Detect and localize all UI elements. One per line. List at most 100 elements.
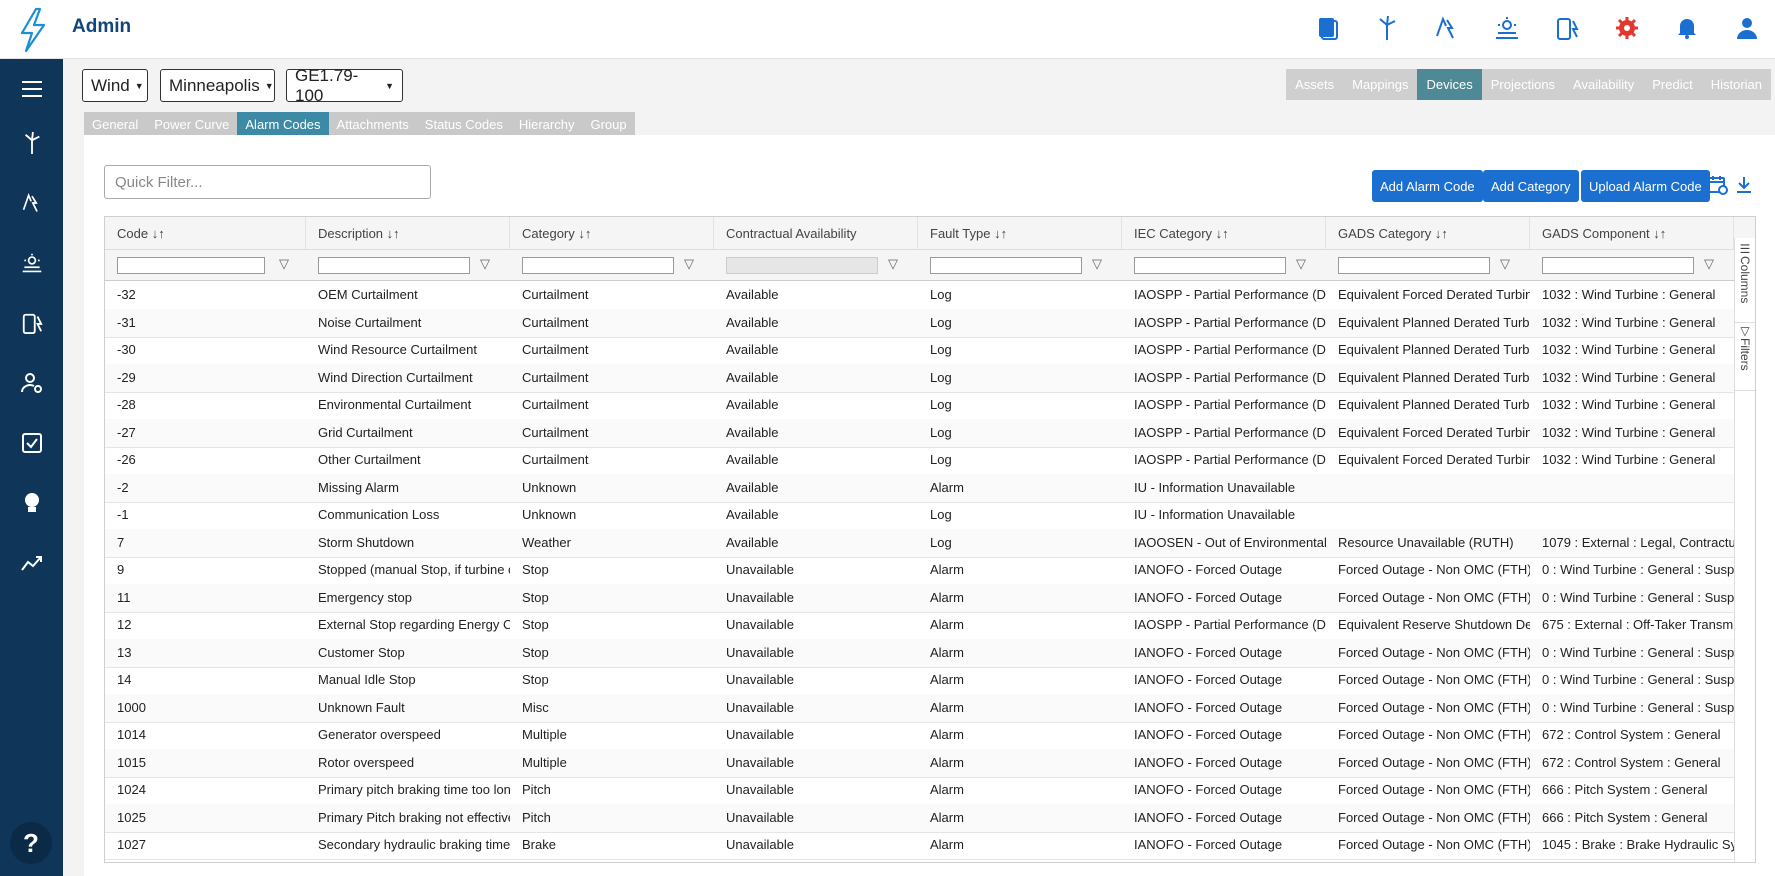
table-row[interactable]: -27 Grid Curtailment Curtailment Available L… [105, 418, 1755, 448]
menu-icon[interactable] [16, 73, 48, 105]
nav-devices[interactable]: Devices [1417, 69, 1482, 100]
quick-filter-input[interactable]: Quick Filter... [104, 165, 431, 199]
table-row[interactable]: -1 Communication Loss Unknown Available Log I… [105, 501, 1755, 530]
filter-funnel-icon[interactable]: ▽ [480, 256, 490, 272]
filter-input[interactable] [1134, 257, 1286, 274]
nav-availability[interactable]: Availability [1564, 69, 1643, 100]
filter-input[interactable] [318, 257, 470, 274]
checkbox-icon[interactable] [16, 427, 48, 459]
table-row[interactable]: 1014 Generator overspeed Multiple Unavailab… [105, 721, 1755, 750]
tab-group[interactable]: Group [582, 112, 634, 136]
battery-icon[interactable] [16, 307, 48, 339]
table-row[interactable]: 1025 Primary Pitch braking not effective P… [105, 803, 1755, 833]
battery-icon[interactable] [1553, 14, 1581, 42]
table-row[interactable]: -30 Wind Resource Curtailment Curtailment A… [105, 336, 1755, 365]
cell-category: Misc [522, 699, 549, 715]
column-header-description[interactable]: Description ↓↑ [306, 217, 510, 249]
download-icon[interactable] [1733, 174, 1755, 196]
column-header-gads-category[interactable]: GADS Category ↓↑ [1326, 217, 1530, 249]
filter-funnel-icon[interactable]: ▽ [279, 256, 289, 272]
table-row[interactable]: -32 OEM Curtailment Curtailment Available Lo… [105, 281, 1755, 310]
bell-icon[interactable] [1673, 14, 1701, 42]
tab-status-codes[interactable]: Status Codes [417, 112, 511, 136]
column-header-contractual-availability[interactable]: Contractual Availability [714, 217, 918, 249]
help-icon[interactable]: ? [10, 822, 52, 864]
user-settings-icon[interactable] [16, 367, 48, 399]
add-category-button[interactable]: Add Category [1483, 170, 1579, 202]
table-row[interactable]: -28 Environmental Curtailment Curtailment A… [105, 391, 1755, 420]
tab-alarm-codes[interactable]: Alarm Codes [237, 112, 329, 136]
table-row[interactable]: 1000 Unknown Fault Misc Unavailable Alarm IAN… [105, 693, 1755, 723]
nav-predict[interactable]: Predict [1643, 69, 1701, 100]
column-header-code[interactable]: Code ↓↑ [105, 217, 306, 249]
user-icon[interactable] [1733, 14, 1761, 42]
cell-category: Curtailment [522, 287, 589, 302]
filter-funnel-icon[interactable]: ▽ [1500, 256, 1510, 272]
filters-tool-tab[interactable]: ▽ Filters [1735, 320, 1755, 391]
sort-icon[interactable]: ↓↑ [1435, 226, 1448, 241]
table-row[interactable]: 9 Stopped (manual Stop, if turbine c Stop U… [105, 556, 1755, 585]
table-row[interactable]: -29 Wind Direction Curtailment Curtailment… [105, 363, 1755, 393]
sort-icon[interactable]: ↓↑ [1653, 226, 1666, 241]
table-row[interactable]: -31 Noise Curtailment Curtailment Available… [105, 308, 1755, 338]
sort-icon[interactable]: ↓↑ [1216, 226, 1229, 241]
nav-projections[interactable]: Projections [1482, 69, 1564, 100]
filter-funnel-icon[interactable]: ▽ [684, 256, 694, 272]
solar-icon[interactable] [16, 247, 48, 279]
filter-funnel-icon[interactable]: ▽ [1296, 256, 1306, 272]
column-header-category[interactable]: Category ↓↑ [510, 217, 714, 249]
filter-input[interactable] [1338, 257, 1490, 274]
asset-type-dropdown[interactable]: Wind ▼ [82, 69, 148, 102]
sort-icon[interactable]: ↓↑ [994, 226, 1007, 241]
table-row[interactable]: 14 Manual Idle Stop Stop Unavailable Alarm IA… [105, 666, 1755, 695]
filter-input[interactable] [930, 257, 1082, 274]
filter-funnel-icon[interactable]: ▽ [888, 256, 898, 272]
cell-contractual-availability: Unavailable [726, 809, 794, 825]
table-row[interactable]: -2 Missing Alarm Unknown Available Alarm IU -… [105, 473, 1755, 503]
tab-power-curve[interactable]: Power Curve [146, 112, 237, 136]
tab-general[interactable]: General [84, 112, 146, 136]
filter-input[interactable] [522, 257, 674, 274]
add-alarm-code-button[interactable]: Add Alarm Code [1372, 170, 1483, 202]
nav-mappings[interactable]: Mappings [1343, 69, 1417, 100]
calendar-refresh-icon[interactable] [1707, 174, 1729, 196]
table-row[interactable]: 7 Storm Shutdown Weather Available Log IAOOSE… [105, 528, 1755, 558]
power-flash-icon[interactable] [16, 187, 48, 219]
site-dropdown[interactable]: Minneapolis ▼ [160, 69, 275, 102]
column-header-fault-type[interactable]: Fault Type ↓↑ [918, 217, 1122, 249]
logo-icon[interactable] [14, 7, 50, 53]
columns-tool-tab[interactable]: ☰ Columns [1735, 238, 1755, 323]
solar-icon[interactable] [1493, 14, 1521, 42]
wind-turbine-icon[interactable] [16, 127, 48, 159]
wind-turbine-icon[interactable] [1373, 14, 1401, 42]
table-row[interactable]: -26 Other Curtailment Curtailment Available… [105, 446, 1755, 475]
tab-hierarchy[interactable]: Hierarchy [511, 112, 583, 136]
column-header-iec-category[interactable]: IEC Category ↓↑ [1122, 217, 1326, 249]
table-row[interactable]: 1015 Rotor overspeed Multiple Unavailable Al… [105, 748, 1755, 778]
sort-icon[interactable]: ↓↑ [387, 226, 400, 241]
tab-attachments[interactable]: Attachments [329, 112, 417, 136]
table-row[interactable]: 11 Emergency stop Stop Unavailable Alarm IANO… [105, 583, 1755, 613]
power-flash-icon[interactable] [1433, 14, 1461, 42]
column-header-gads-component[interactable]: GADS Component ↓↑ [1530, 217, 1734, 249]
header-label: GADS Component [1542, 225, 1650, 241]
filter-funnel-icon[interactable]: ▽ [1092, 256, 1102, 272]
lightbulb-icon[interactable] [16, 487, 48, 519]
table-row[interactable]: 1027 Secondary hydraulic braking time Brak… [105, 831, 1755, 860]
filter-input[interactable] [117, 257, 265, 274]
filter-funnel-icon[interactable]: ▽ [1704, 256, 1714, 272]
table-row[interactable]: 1024 Primary pitch braking time too lon Pi… [105, 776, 1755, 805]
sort-icon[interactable]: ↓↑ [152, 226, 165, 241]
table-row[interactable]: 13 Customer Stop Stop Unavailable Alarm IANOF… [105, 638, 1755, 668]
book-icon[interactable] [1313, 14, 1341, 42]
filter-input[interactable] [1542, 257, 1694, 274]
gear-icon[interactable] [1613, 14, 1641, 42]
nav-assets[interactable]: Assets [1286, 69, 1343, 100]
sort-icon[interactable]: ↓↑ [578, 226, 591, 241]
upload-alarm-code-button[interactable]: Upload Alarm Code [1581, 170, 1710, 202]
model-dropdown[interactable]: GE1.79-100 ▼ [286, 66, 403, 105]
table-row[interactable]: 12 External Stop regarding Energy Cu Stop U… [105, 611, 1755, 640]
cell-iec-category: IANOFO - Forced Outage [1134, 782, 1283, 797]
trend-icon[interactable] [16, 547, 48, 579]
nav-historian[interactable]: Historian [1702, 69, 1771, 100]
